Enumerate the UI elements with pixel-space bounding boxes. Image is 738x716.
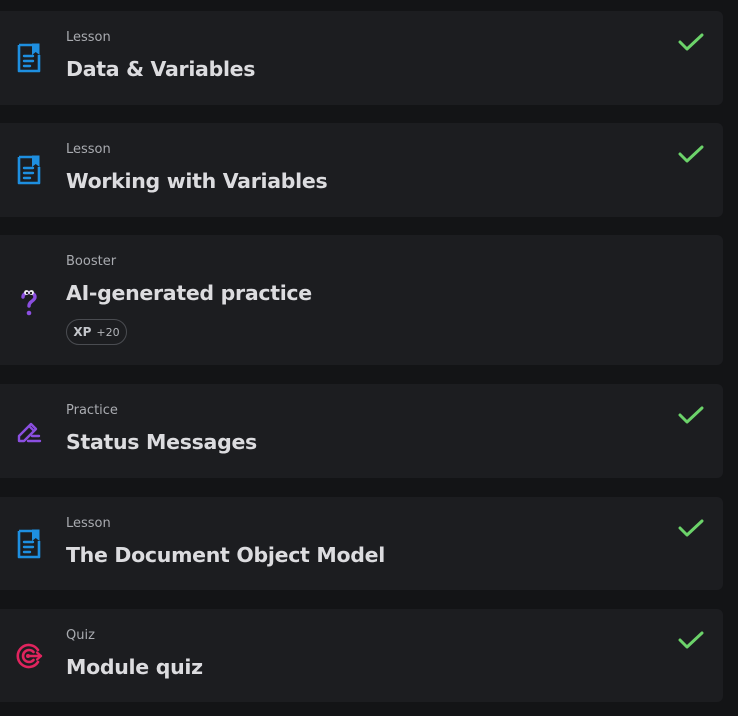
check-icon [678, 406, 704, 424]
check-icon [678, 145, 704, 163]
xp-value: +20 [96, 325, 120, 339]
lesson-icon [14, 529, 44, 559]
module-item-lesson[interactable]: Lesson The Document Object Model [0, 497, 723, 590]
pencil-icon [14, 416, 44, 446]
module-item-list: Lesson Data & Variables Lesson Working w… [0, 0, 738, 716]
module-item-practice[interactable]: Practice Status Messages [0, 384, 723, 478]
xp-badge: XP +20 [66, 319, 127, 345]
item-kind: Booster [66, 254, 117, 269]
check-icon [678, 33, 704, 51]
item-kind: Practice [66, 403, 118, 418]
module-item-lesson[interactable]: Lesson Data & Variables [0, 11, 723, 105]
item-title: Module quiz [66, 655, 203, 679]
target-icon [14, 641, 44, 671]
item-kind: Quiz [66, 628, 95, 643]
item-title: Status Messages [66, 430, 257, 454]
xp-label: XP [73, 325, 92, 339]
module-item-lesson[interactable]: Lesson Working with Variables [0, 123, 723, 217]
item-kind: Lesson [66, 516, 111, 531]
module-item-quiz[interactable]: Quiz Module quiz [0, 609, 723, 702]
lesson-icon [14, 155, 44, 185]
lesson-icon [14, 43, 44, 73]
item-title: Working with Variables [66, 169, 328, 193]
question-icon [14, 287, 44, 317]
item-kind: Lesson [66, 142, 111, 157]
module-item-booster[interactable]: Booster AI-generated practice XP +20 [0, 235, 723, 365]
item-title: The Document Object Model [66, 543, 385, 567]
item-title: Data & Variables [66, 57, 256, 81]
check-icon [678, 519, 704, 537]
item-kind: Lesson [66, 30, 111, 45]
check-icon [678, 631, 704, 649]
item-title: AI-generated practice [66, 281, 312, 305]
